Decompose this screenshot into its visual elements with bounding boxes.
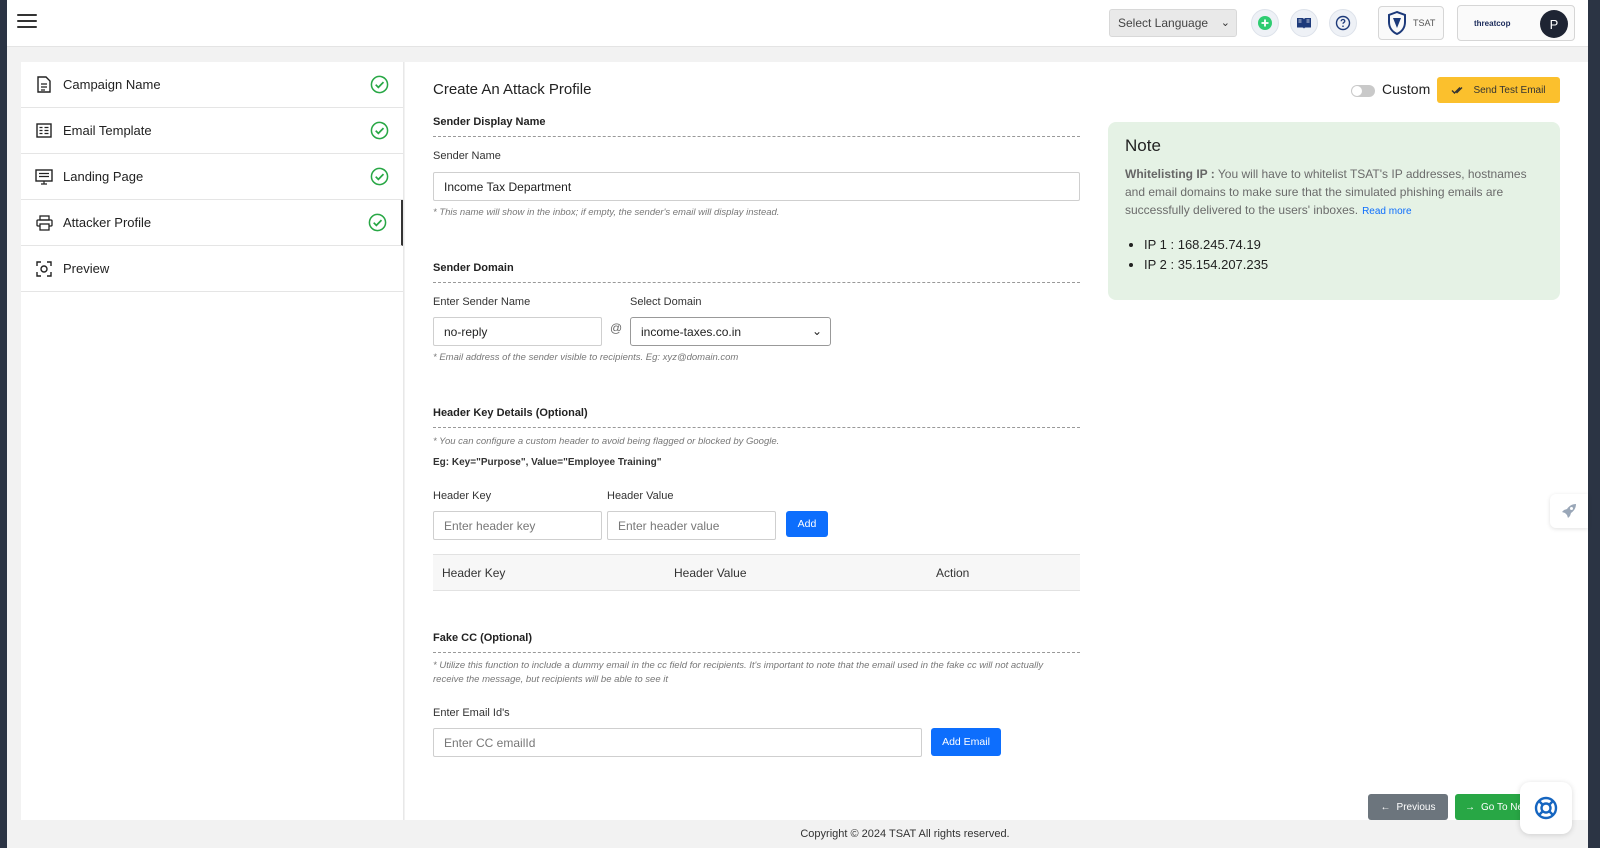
- send-test-email-button[interactable]: Send Test Email: [1437, 77, 1560, 103]
- sidebar-item-label: Landing Page: [63, 169, 144, 184]
- sidebar-item-email-template[interactable]: Email Template: [21, 108, 403, 154]
- sidebar-item-attacker-profile[interactable]: Attacker Profile: [21, 200, 403, 246]
- check-circle-icon: [370, 121, 389, 140]
- enter-sender-name-label: Enter Sender Name: [433, 296, 531, 308]
- note-box: Note Whitelisting IP : You will have to …: [1108, 122, 1560, 300]
- right-edge: [1588, 0, 1600, 848]
- plus-circle-icon: [1258, 16, 1272, 30]
- question-circle-icon: [1335, 15, 1351, 31]
- shield-icon: [1388, 11, 1406, 35]
- check-circle-icon: [370, 167, 389, 186]
- sender-name-input[interactable]: Income Tax Department: [433, 172, 1080, 201]
- ip-list-item: IP 1 : 168.245.74.19: [1144, 235, 1543, 255]
- header-value-label: Header Value: [607, 490, 674, 502]
- support-button[interactable]: [1520, 782, 1572, 834]
- topbar: Select Language ⌄ TSAT threatcop P: [7, 0, 1588, 47]
- domain-select[interactable]: income-taxes.co.in ⌄: [630, 317, 831, 346]
- launch-button[interactable]: [1550, 494, 1588, 528]
- double-check-icon: [1451, 87, 1463, 94]
- guide-button[interactable]: [1290, 9, 1318, 37]
- menu-icon[interactable]: [17, 14, 37, 30]
- previous-button[interactable]: ← Previous: [1368, 794, 1448, 820]
- ip-list-item: IP 2 : 35.154.207.235: [1144, 255, 1543, 275]
- arrow-right-icon: →: [1465, 801, 1475, 813]
- toggle-knob: [1352, 86, 1362, 96]
- note-bold-prefix: Whitelisting IP :: [1125, 167, 1215, 181]
- scan-icon: [35, 260, 53, 278]
- sender-domain-heading: Sender Domain: [433, 262, 1080, 283]
- book-icon: [1297, 18, 1311, 29]
- table-column-action: Action: [936, 566, 970, 580]
- tsat-label: TSAT: [1413, 18, 1436, 28]
- cc-email-input[interactable]: Enter CC emailId: [433, 728, 922, 757]
- avatar-initial: P: [1549, 16, 1559, 32]
- sidebar-item-landing-page[interactable]: Landing Page: [21, 154, 403, 200]
- chevron-down-icon: ⌄: [1220, 17, 1230, 29]
- sidebar-item-campaign-name[interactable]: Campaign Name: [21, 62, 403, 108]
- header-key-label: Header Key: [433, 490, 492, 502]
- help-button[interactable]: [1329, 9, 1357, 37]
- header-key-heading: Header Key Details (Optional): [433, 407, 1080, 428]
- send-test-email-label: Send Test Email: [1473, 84, 1546, 96]
- header-value-input[interactable]: Enter header value: [607, 511, 776, 540]
- lifebuoy-icon: [1534, 796, 1558, 820]
- add-email-button[interactable]: Add Email: [931, 728, 1001, 756]
- ip-list: IP 1 : 168.245.74.19 IP 2 : 35.154.207.2…: [1125, 235, 1543, 275]
- sender-domain-hint: * Email address of the sender visible to…: [433, 352, 739, 363]
- tsat-badge[interactable]: TSAT: [1378, 6, 1444, 40]
- chevron-down-icon: ⌄: [811, 324, 822, 338]
- select-domain-label: Select Domain: [630, 296, 702, 308]
- fake-cc-hint: * Utilize this function to include a dum…: [433, 660, 1044, 685]
- header-key-example: Eg: Key="Purpose", Value="Employee Train…: [433, 457, 662, 468]
- sender-display-heading: Sender Display Name: [433, 116, 1080, 137]
- check-circle-icon: [370, 75, 389, 94]
- add-header-button[interactable]: Add: [786, 511, 828, 537]
- language-select[interactable]: Select Language ⌄: [1109, 9, 1237, 37]
- sender-name-label: Sender Name: [433, 150, 501, 162]
- custom-label: Custom: [1382, 81, 1431, 97]
- check-circle-icon: [368, 213, 387, 232]
- sidebar-item-label: Email Template: [63, 123, 152, 138]
- brand-badge[interactable]: threatcop P: [1457, 5, 1575, 41]
- sidebar-item-label: Preview: [63, 261, 110, 276]
- header-key-hint: * You can configure a custom header to a…: [433, 436, 780, 447]
- rocket-icon: [1562, 504, 1576, 518]
- table-column-header-key: Header Key: [442, 566, 506, 580]
- at-sign: @: [610, 321, 623, 335]
- sidebar: Campaign Name Email Template Landing Pag…: [21, 62, 404, 820]
- header-key-input[interactable]: Enter header key: [433, 511, 602, 540]
- domain-select-value: income-taxes.co.in: [641, 325, 742, 339]
- add-button[interactable]: [1251, 9, 1279, 37]
- note-text: Whitelisting IP : You will have to white…: [1125, 165, 1543, 221]
- sender-local-part-input[interactable]: no-reply: [433, 317, 602, 346]
- previous-label: Previous: [1396, 801, 1436, 813]
- language-select-label: Select Language: [1118, 16, 1209, 30]
- main-panel: Create An Attack Profile Sender Display …: [405, 62, 1588, 820]
- document-icon: [35, 76, 53, 94]
- monitor-icon: [35, 168, 53, 186]
- template-icon: [35, 122, 53, 140]
- footer-copyright: Copyright © 2024 TSAT All rights reserve…: [800, 828, 1010, 840]
- sidebar-item-preview[interactable]: Preview: [21, 246, 403, 292]
- sender-name-hint: * This name will show in the inbox; if e…: [433, 207, 780, 218]
- arrow-left-icon: ←: [1380, 801, 1391, 813]
- table-column-header-value: Header Value: [674, 566, 747, 580]
- note-title: Note: [1125, 136, 1161, 155]
- left-edge: [0, 0, 7, 848]
- custom-toggle[interactable]: [1351, 85, 1375, 97]
- sidebar-item-label: Attacker Profile: [63, 215, 152, 230]
- brand-logo-text: threatcop: [1474, 19, 1511, 28]
- printer-icon: [35, 214, 53, 232]
- read-more-link[interactable]: Read more: [1362, 206, 1411, 217]
- header-table-head: Header Key Header Value Action: [433, 554, 1080, 591]
- sidebar-item-label: Campaign Name: [63, 77, 161, 92]
- email-ids-label: Enter Email Id's: [433, 707, 510, 719]
- avatar[interactable]: P: [1540, 10, 1568, 38]
- fake-cc-heading: Fake CC (Optional): [433, 632, 1080, 653]
- page-title: Create An Attack Profile: [433, 81, 592, 98]
